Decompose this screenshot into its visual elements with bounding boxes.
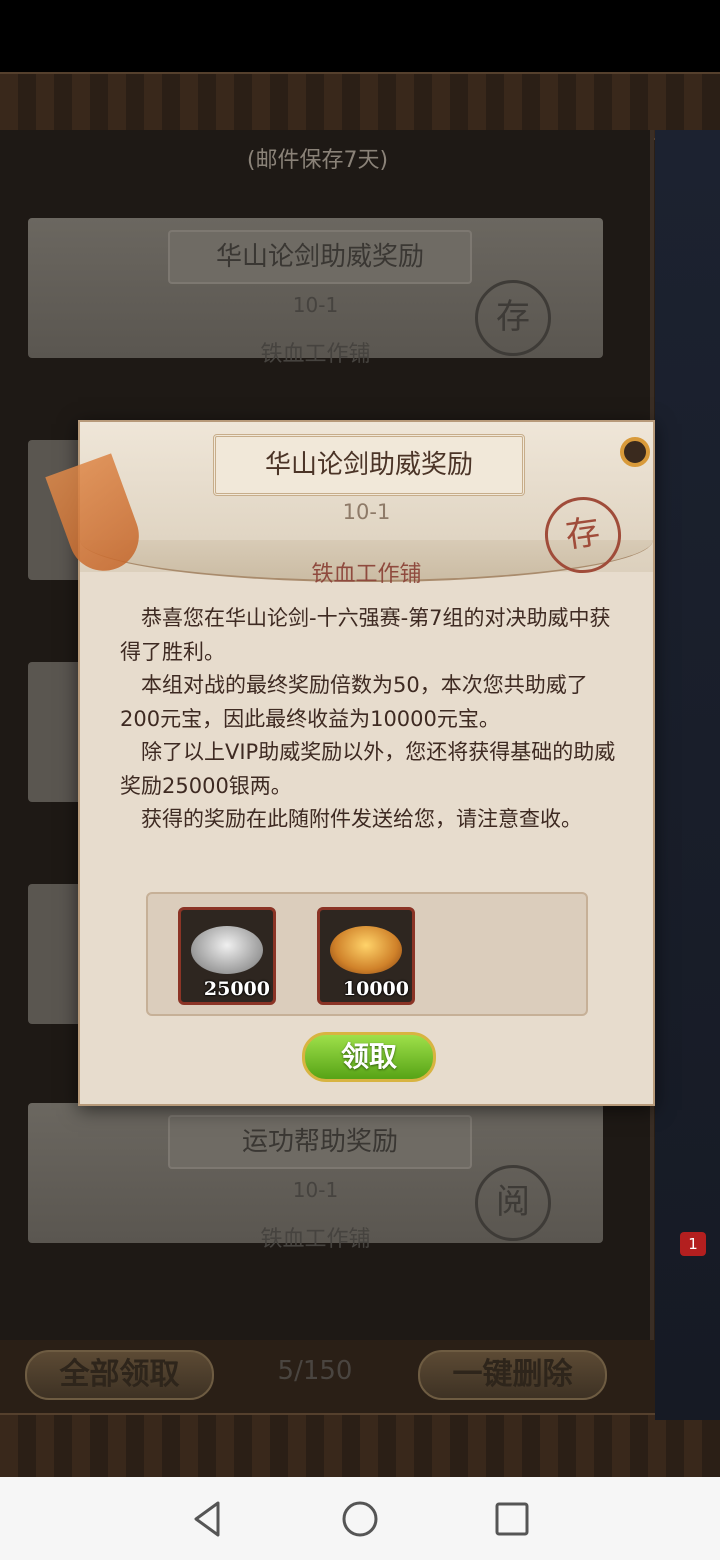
attachment-box: 25000 10000 (146, 892, 588, 1016)
home-icon[interactable] (336, 1495, 384, 1543)
mail-count: 5/150 (277, 1356, 353, 1386)
claim-button[interactable]: 领取 (302, 1032, 436, 1082)
mail-item-title: 华山论剑助威奖励 (168, 230, 472, 284)
side-scenery (655, 130, 720, 1420)
delete-all-button[interactable]: 一键删除 (418, 1350, 607, 1400)
status-bar (0, 0, 720, 72)
navigation-bar (0, 1477, 720, 1560)
mail-paragraph: 获得的奖励在此随附件发送给您，请注意查收。 (141, 807, 582, 831)
close-pin-icon[interactable] (620, 437, 650, 467)
read-stamp-icon: 阅 (475, 1165, 551, 1241)
mail-paragraph: 本组对战的最终奖励倍数为50，本次您共助威了200元宝，因此最终收益为10000… (120, 673, 588, 731)
gold-ingots-icon (330, 926, 402, 974)
saved-stamp-icon: 存 (475, 280, 551, 356)
modal-title: 华山论剑助威奖励 (213, 434, 525, 496)
attachment-item[interactable]: 25000 (178, 907, 276, 1005)
mail-item[interactable]: 运功帮助奖励 10-1 铁血工作铺 阅 (28, 1103, 603, 1252)
silver-ingots-icon (191, 926, 263, 974)
attachment-qty: 25000 (203, 978, 270, 1000)
chat-badge: 1 (680, 1232, 706, 1256)
mail-item[interactable]: 华山论剑助威奖励 10-1 铁血工作铺 存 (28, 218, 603, 367)
mail-detail-modal: 华山论剑助威奖励 10-1 存 铁血工作铺 恭喜您在华山论剑-十六强赛-第7组的… (45, 420, 655, 1106)
mail-paragraph: 除了以上VIP助威奖励以外，您还将获得基础的助威奖励25000银两。 (120, 740, 616, 798)
recents-icon[interactable] (488, 1495, 536, 1543)
claim-all-button[interactable]: 全部领取 (25, 1350, 214, 1400)
back-icon[interactable] (184, 1495, 232, 1543)
attachment-item[interactable]: 10000 (317, 907, 415, 1005)
mail-retention-note: (邮件保存7天) (246, 148, 389, 173)
modal-sender: 铁血工作铺 (311, 562, 422, 587)
bottom-pattern-border (0, 1413, 720, 1481)
mail-item-title: 运功帮助奖励 (168, 1115, 472, 1169)
mail-paragraph: 恭喜您在华山论剑-十六强赛-第7组的对决助威中获得了胜利。 (120, 606, 611, 664)
mail-body: 恭喜您在华山论剑-十六强赛-第7组的对决助威中获得了胜利。 本组对战的最终奖励倍… (120, 602, 620, 837)
attachment-qty: 10000 (342, 978, 409, 1000)
